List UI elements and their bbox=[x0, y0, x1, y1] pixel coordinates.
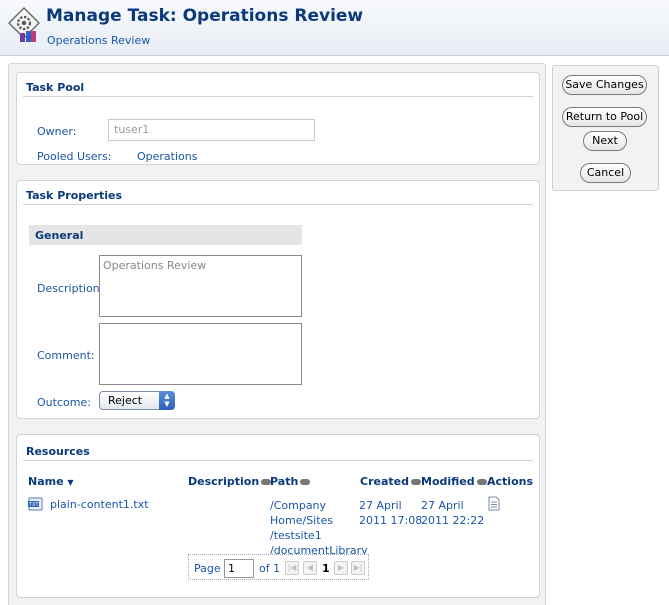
document-details-icon[interactable] bbox=[488, 496, 500, 511]
svg-text:TXT: TXT bbox=[28, 502, 39, 508]
task-pool-panel: Task Pool Owner: tuser1 Pooled Users: Op… bbox=[16, 72, 540, 165]
column-header-path[interactable]: Path bbox=[270, 475, 311, 488]
current-page: 1 bbox=[322, 562, 330, 575]
next-page-icon[interactable]: ▶ bbox=[334, 561, 348, 575]
actions-panel: Save Changes Return to Pool Next Cancel bbox=[552, 65, 659, 191]
previous-page-icon[interactable]: ◀ bbox=[303, 561, 317, 575]
page-subtitle: Operations Review bbox=[47, 34, 151, 47]
owner-label: Owner: bbox=[37, 125, 77, 138]
outcome-label: Outcome: bbox=[37, 396, 91, 409]
txt-file-icon: TXT bbox=[28, 497, 43, 511]
first-page-icon[interactable]: |◀ bbox=[285, 561, 299, 575]
column-header-name[interactable]: Name ▼ bbox=[28, 475, 74, 488]
page-number-input[interactable] bbox=[224, 559, 254, 578]
task-gear-icon bbox=[7, 6, 41, 42]
general-section-header: General bbox=[29, 225, 302, 245]
task-pool-title: Task Pool bbox=[23, 73, 533, 97]
resources-title: Resources bbox=[23, 435, 533, 461]
column-header-created[interactable]: Created bbox=[360, 475, 421, 488]
outcome-selected-value: Reject bbox=[108, 394, 143, 407]
task-properties-title: Task Properties bbox=[23, 181, 533, 205]
task-properties-panel: Task Properties General Description: Ope… bbox=[16, 180, 540, 419]
column-header-description[interactable]: Description bbox=[188, 475, 272, 488]
sort-icon bbox=[410, 479, 421, 485]
main-content: Task Pool Owner: tuser1 Pooled Users: Op… bbox=[8, 63, 546, 605]
select-arrows-icon: ▲ ▼ bbox=[159, 391, 175, 410]
cancel-button[interactable]: Cancel bbox=[580, 163, 631, 183]
page-header: Manage Task: Operations Review Operation… bbox=[0, 0, 669, 56]
page-title: Manage Task: Operations Review bbox=[46, 6, 364, 26]
resource-modified: 27 April 2011 22:22 bbox=[421, 499, 485, 527]
description-label: Description: bbox=[37, 282, 104, 295]
sort-icon bbox=[300, 479, 311, 485]
next-button[interactable]: Next bbox=[583, 131, 627, 151]
page-count: of 1 bbox=[259, 562, 281, 575]
pagination: Page of 1 |◀ ◀ 1 ▶ ▶| bbox=[188, 554, 369, 580]
sort-desc-icon: ▼ bbox=[67, 478, 74, 487]
comment-label: Comment: bbox=[37, 349, 95, 362]
owner-field: tuser1 bbox=[108, 119, 315, 141]
pooled-users-label: Pooled Users: bbox=[37, 150, 112, 163]
last-page-icon[interactable]: ▶| bbox=[351, 561, 365, 575]
column-header-modified[interactable]: Modified bbox=[421, 475, 487, 488]
comment-textarea[interactable] bbox=[99, 323, 302, 385]
description-textarea[interactable]: Operations Review bbox=[99, 255, 302, 317]
page-label: Page bbox=[194, 562, 221, 575]
resource-created: 27 April 2011 17:08 bbox=[359, 499, 423, 527]
return-to-pool-button[interactable]: Return to Pool bbox=[562, 107, 647, 127]
sort-icon bbox=[476, 479, 487, 485]
resource-path: /Company Home/Sites /testsite1 /document… bbox=[270, 499, 368, 557]
resources-panel: Resources Name ▼ Description Path Create… bbox=[16, 434, 540, 598]
column-header-actions: Actions bbox=[487, 475, 533, 488]
save-changes-button[interactable]: Save Changes bbox=[562, 75, 647, 95]
resource-name-link[interactable]: plain-content1.txt bbox=[50, 497, 149, 512]
outcome-select[interactable]: Reject ▲ ▼ bbox=[99, 391, 175, 410]
pooled-users-value: Operations bbox=[137, 150, 198, 163]
